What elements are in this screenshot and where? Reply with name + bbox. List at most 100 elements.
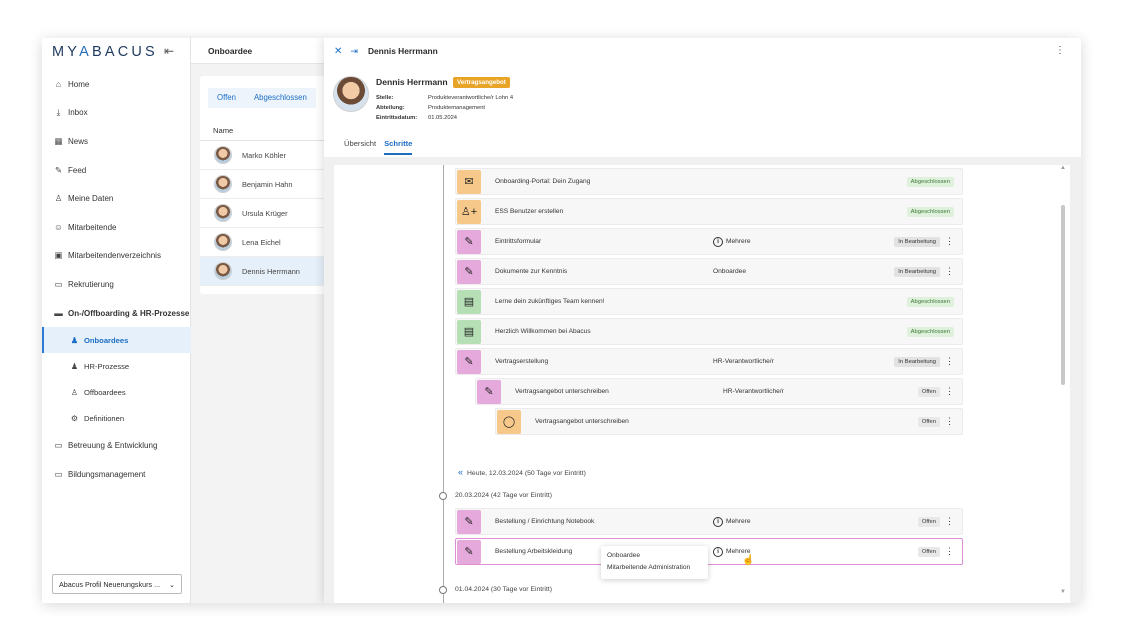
more-options-icon[interactable]: ⋮ <box>945 356 954 367</box>
more-options-icon[interactable]: ⋮ <box>945 416 954 427</box>
collapse-sidebar-icon[interactable]: ⇤ <box>164 44 174 58</box>
status-badge: Offen <box>917 546 940 557</box>
status-badge: In Bearbeitung <box>894 266 940 277</box>
form-icon: ✎ <box>457 259 481 284</box>
close-icon[interactable]: ✕ <box>334 46 342 57</box>
double-chevron-left-icon: « <box>458 467 464 477</box>
sidebar-item-verzeichnis[interactable]: ▣ Mitarbeitendenverzeichnis <box>42 242 191 271</box>
feed-icon: ✎ <box>54 164 63 175</box>
today-marker[interactable]: «Heute, 12.03.2024 (50 Tage vor Eintritt… <box>458 467 586 477</box>
tab-offen[interactable]: Offen <box>208 88 245 108</box>
form-icon: ✎ <box>457 349 481 374</box>
status-badge: In Bearbeitung <box>894 236 940 247</box>
step-row[interactable]: ✎ Eintrittsformular i Mehrere In Bearbeit… <box>455 228 963 255</box>
news-icon: ▦ <box>54 135 63 146</box>
step-row[interactable]: ▤ Lerne dein zukünftiges Team kennen! Ab… <box>455 288 963 315</box>
gear-icon: ⚙ <box>70 413 79 423</box>
table-row[interactable]: Benjamin Hahn <box>200 170 324 199</box>
more-options-icon[interactable]: ⋮ <box>945 236 954 247</box>
detail-title: Dennis Herrmann <box>367 46 438 56</box>
more-options-icon[interactable]: ⋮ <box>945 546 954 557</box>
table-row[interactable]: Lena Eichel <box>200 228 324 257</box>
step-row-hovered[interactable]: ✎ Bestellung Arbeitskleidung i Mehrere Of… <box>455 538 963 565</box>
list-card: Offen Abgeschlossen Name Marko Köhler Be… <box>200 76 324 294</box>
timeline-dot <box>439 586 447 594</box>
mail-icon: ✉ <box>457 169 481 194</box>
sidebar-item-definitionen[interactable]: ⚙ Definitionen <box>42 405 191 431</box>
sidebar-item-betreuung[interactable]: ▭ Betreuung & Entwicklung <box>42 431 191 460</box>
tab-abgeschlossen[interactable]: Abgeschlossen <box>245 88 316 108</box>
assignee-tooltip: Onboardee Mitarbeitende Administration <box>601 546 708 579</box>
folder-icon: ▭ <box>54 468 63 479</box>
status-badge: Abgeschlossen <box>906 326 954 337</box>
step-row[interactable]: ▤ Herzlich Willkommen bei Abacus Abgesch… <box>455 318 963 345</box>
sidebar-item-onoffboarding[interactable]: ▬ On-/Offboarding & HR-Prozesse <box>42 299 191 328</box>
sidebar-item-onboardees[interactable]: ♟ Onboardees <box>42 327 191 354</box>
tab-schritte[interactable]: Schritte <box>384 139 413 155</box>
more-options-icon[interactable]: ⋮ <box>945 386 954 397</box>
chat-icon: ◯ <box>497 409 521 434</box>
step-row-sub[interactable]: ◯ Vertragsangebot unterschreiben Offen ⋮ <box>495 408 963 435</box>
folder-icon: ▭ <box>54 440 63 451</box>
more-options-icon[interactable]: ⋮ <box>945 266 954 277</box>
step-row[interactable]: ✎ Bestellung / Einrichtung Notebook i Meh… <box>455 508 963 535</box>
sidebar-item-rekrutierung[interactable]: ▭ Rekrutierung <box>42 270 191 299</box>
step-row[interactable]: ♙+ ESS Benutzer erstellen Abgeschlossen <box>455 198 963 225</box>
step-row[interactable]: ✉ Onboarding-Portal: Dein Zugang Abgesch… <box>455 168 963 195</box>
tab-uebersicht[interactable]: Übersicht <box>344 139 376 155</box>
status-badge: Abgeschlossen <box>906 176 954 187</box>
sidebar-item-inbox[interactable]: ⤓ Inbox <box>42 99 191 128</box>
profile-select[interactable]: Abacus Profil Neuerungskurs ... ⌄ <box>52 574 182 594</box>
logo: MYABACUS <box>52 44 158 60</box>
field-eintrittsdatum: Eintrittsdatum: 01.05.2024 <box>376 115 458 121</box>
sidebar-item-bildung[interactable]: ▭ Bildungsmanagement <box>42 460 191 489</box>
info-icon[interactable]: i <box>713 546 723 557</box>
scroll-up-icon[interactable]: ▲ <box>1060 165 1066 171</box>
home-icon: ⌂ <box>55 79 62 90</box>
info-icon[interactable]: i <box>713 516 723 527</box>
sidebar-item-meine-daten[interactable]: ♙ Meine Daten <box>42 184 191 213</box>
process-person-icon: ♟ <box>70 361 79 371</box>
sidebar-item-feed[interactable]: ✎ Feed <box>42 156 191 185</box>
sidebar-item-hr-prozesse[interactable]: ♟ HR-Prozesse <box>42 353 191 379</box>
sidebar-item-news[interactable]: ▦ News <box>42 127 191 156</box>
step-row[interactable]: ✎ Dokumente zur Kenntnis Onboardee In Be… <box>455 258 963 285</box>
status-badge: Offen <box>917 416 940 427</box>
status-badge: Abgeschlossen <box>906 296 954 307</box>
sidebar-item-home[interactable]: ⌂ Home <box>42 70 191 99</box>
table-row-selected[interactable]: Dennis Herrmann <box>200 257 324 286</box>
detail-tabs: Übersicht Schritte <box>344 139 420 155</box>
sidebar-item-mitarbeitende[interactable]: ☺ Mitarbeitende <box>42 213 191 242</box>
inbox-icon: ⤓ <box>56 107 61 118</box>
status-badge: In Bearbeitung <box>894 356 940 367</box>
card-icon: ▤ <box>457 319 481 344</box>
info-icon[interactable]: i <box>713 236 723 247</box>
add-user-icon: ♙+ <box>457 199 481 224</box>
step-row-sub[interactable]: ✎ Vertragsangebot unterschreiben HR-Vera… <box>475 378 963 405</box>
status-badge: Vertragsangebot <box>453 77 510 88</box>
avatar <box>214 175 232 193</box>
more-options-icon[interactable]: ⋮ <box>945 516 954 527</box>
status-badge: Abgeschlossen <box>906 206 954 217</box>
scrollbar-thumb[interactable] <box>1061 205 1065 385</box>
more-options-icon[interactable]: ⋮ <box>1055 45 1065 56</box>
scrollbar[interactable]: ▲ ▼ <box>1059 165 1067 603</box>
person-name: Dennis Herrmann <box>376 77 448 87</box>
form-icon: ✎ <box>457 539 481 564</box>
avatar <box>214 146 232 164</box>
sidebar-item-offboardees[interactable]: ♙ Offboardees <box>42 379 191 405</box>
date-label: 20.03.2024 (42 Tage vor Eintritt) <box>455 492 552 499</box>
list-tabs: Offen Abgeschlossen <box>208 88 316 108</box>
onboardee-list-panel: Onboardee Offen Abgeschlossen Name Marko… <box>191 38 324 603</box>
scroll-down-icon[interactable]: ▼ <box>1060 589 1066 595</box>
table-row[interactable]: Marko Köhler <box>200 141 324 170</box>
avatar <box>214 204 232 222</box>
expand-icon[interactable]: ⇥ <box>350 46 358 57</box>
chevron-down-icon: ⌄ <box>168 579 175 589</box>
sidebar: MYABACUS ⇤ ⌂ Home ⤓ Inbox ▦ News ✎ Feed ♙ Mei… <box>42 38 191 603</box>
steps-scroll-area[interactable]: ✉ Onboarding-Portal: Dein Zugang Abgesch… <box>334 165 1070 603</box>
column-header-name[interactable]: Name <box>200 121 324 141</box>
step-row[interactable]: ✎ Vertragserstellung HR-Verantwortliche/… <box>455 348 963 375</box>
table-row[interactable]: Ursula Krüger <box>200 199 324 228</box>
hand-cursor-icon: ☝ <box>742 555 755 566</box>
